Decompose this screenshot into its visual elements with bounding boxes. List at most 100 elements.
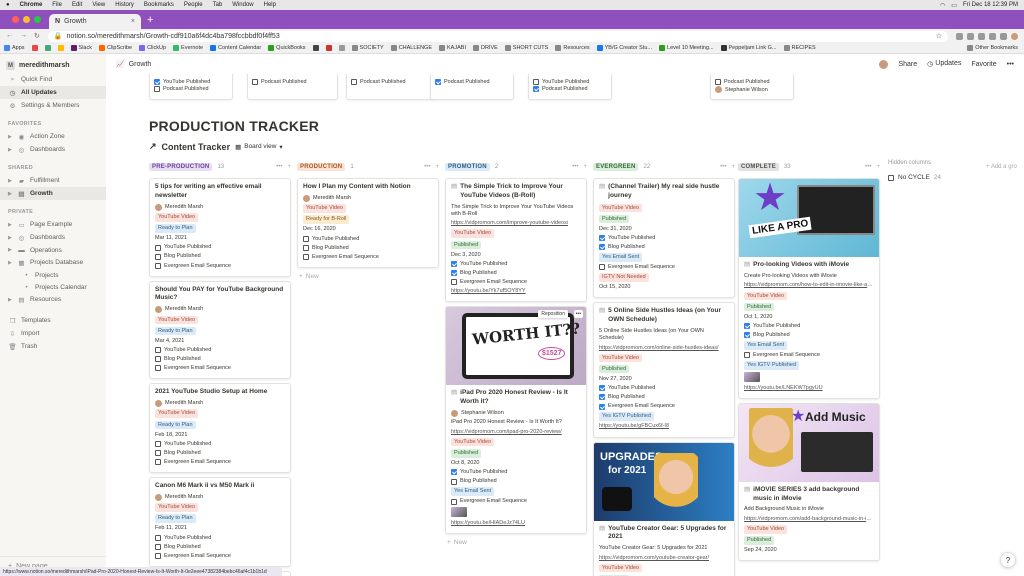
- clock[interactable]: Fri Dec 18 12:39 PM: [963, 2, 1018, 8]
- checkbox-icon[interactable]: [303, 244, 309, 251]
- sidebar-item-all-updates[interactable]: ◷ All Updates: [0, 86, 106, 99]
- menu-people[interactable]: People: [184, 2, 203, 8]
- bookmark[interactable]: SHORT CUTS: [504, 45, 548, 51]
- card-link[interactable]: https://youtu.be/gFBCux6f-I8: [599, 423, 669, 430]
- updates-button[interactable]: ◷ Updates: [927, 60, 961, 68]
- bookmark[interactable]: RECIPES: [783, 45, 816, 51]
- menu-file[interactable]: File: [52, 2, 62, 8]
- bookmark[interactable]: Evernote: [173, 45, 203, 51]
- bookmark[interactable]: Apps: [4, 45, 25, 51]
- bookmark[interactable]: QuickBooks: [268, 45, 306, 51]
- bookmark[interactable]: [312, 45, 319, 51]
- checkbox-icon[interactable]: [744, 352, 750, 359]
- add-icon[interactable]: +: [435, 164, 439, 170]
- top-card[interactable]: Podcast Published: [430, 74, 514, 100]
- board-card[interactable]: ▤ 5 Online Side Hustles Ideas (on Your OW…: [593, 302, 735, 438]
- chevron-right-icon[interactable]: ▶: [8, 247, 13, 253]
- wifi-icon[interactable]: ◠: [940, 2, 945, 9]
- checkbox-icon[interactable]: [715, 78, 721, 85]
- new-card-button[interactable]: + New: [297, 273, 439, 280]
- board-card[interactable]: 5 tips for writing an effective email ne…: [149, 178, 291, 277]
- checkbox-icon[interactable]: [155, 356, 161, 363]
- bookmark[interactable]: [44, 45, 51, 51]
- top-card[interactable]: YouTube Published Podcast Published: [528, 74, 612, 100]
- checkbox-icon[interactable]: [154, 86, 160, 92]
- menu-edit[interactable]: Edit: [72, 2, 82, 8]
- sidebar-item-projects[interactable]: • Projects: [0, 269, 106, 281]
- more-icon[interactable]: •••: [1007, 61, 1014, 68]
- checkbox-icon[interactable]: [451, 498, 457, 505]
- sidebar-item-import[interactable]: ⇩ Import: [0, 327, 106, 340]
- menu-view[interactable]: View: [92, 2, 105, 8]
- sidebar-item-resources[interactable]: ▶ ▤ Resources: [0, 293, 106, 306]
- card-link[interactable]: https://youtu.be/Yk7uf5OY8YY: [451, 288, 526, 295]
- chevron-right-icon[interactable]: ▶: [8, 222, 13, 228]
- checkbox-icon[interactable]: [303, 254, 309, 261]
- checkbox-icon[interactable]: [533, 78, 539, 85]
- checkbox-icon[interactable]: [599, 235, 605, 242]
- menu-window[interactable]: Window: [232, 2, 253, 8]
- checkbox-icon[interactable]: [351, 78, 357, 85]
- sidebar-item-templates[interactable]: ❒ Templates: [0, 314, 106, 327]
- more-icon[interactable]: •••: [865, 164, 871, 170]
- bookmark[interactable]: SOCIETY: [351, 45, 384, 51]
- add-icon[interactable]: +: [731, 164, 735, 170]
- chevron-right-icon[interactable]: ▶: [8, 134, 13, 140]
- board-card[interactable]: How I Plan my Content with Notion Meredit…: [297, 178, 439, 268]
- sidebar-item-dashboards[interactable]: ▶ ◎ Dashboards: [0, 143, 106, 156]
- more-icon[interactable]: •••: [720, 164, 726, 170]
- chevron-right-icon[interactable]: ▶: [8, 191, 13, 197]
- url-field[interactable]: 🔒 notion.so/meredithmarsh/Growth-cdf910a…: [47, 30, 948, 42]
- checkbox-icon[interactable]: [155, 459, 161, 466]
- card-link[interactable]: https://vidpromom.com/improve-youtube-vi…: [451, 220, 568, 227]
- add-group-button[interactable]: + Add a gro: [986, 160, 1017, 174]
- back-icon[interactable]: ←: [6, 32, 13, 40]
- favorite-button[interactable]: Favorite: [971, 61, 996, 68]
- bookmark[interactable]: [325, 45, 332, 51]
- column-tag[interactable]: COMPLETE: [738, 163, 779, 171]
- sidebar-item-operations[interactable]: ▶ ▬ Operations: [0, 244, 106, 256]
- sidebar-item-quick-find[interactable]: ⌕ Quick Find: [0, 73, 106, 86]
- card-link[interactable]: https://vidpromom.com/ipad-pro-2020-revi…: [451, 429, 562, 436]
- checkbox-icon[interactable]: [599, 264, 605, 271]
- checkbox-icon[interactable]: [599, 244, 605, 251]
- chevron-right-icon[interactable]: ▶: [8, 147, 13, 153]
- sidebar-item-growth[interactable]: ▶ ▤ Growth: [0, 187, 106, 200]
- more-icon[interactable]: •••: [572, 164, 578, 170]
- bookmark[interactable]: [31, 45, 38, 51]
- bookmark[interactable]: Content Calendar: [210, 45, 261, 51]
- breadcrumb[interactable]: 📈 Growth: [116, 60, 151, 69]
- checkbox-icon[interactable]: [155, 441, 161, 448]
- bookmark[interactable]: CHALLENGE: [390, 45, 432, 51]
- top-card[interactable]: Podcast Published: [247, 74, 338, 100]
- menu-bookmarks[interactable]: Bookmarks: [144, 2, 174, 8]
- column-tag[interactable]: PRE-PRODUCTION: [149, 163, 213, 171]
- help-button[interactable]: ?: [1000, 552, 1016, 568]
- sidebar-item-settings-members[interactable]: ⚙ Settings & Members: [0, 99, 106, 112]
- checkbox-icon[interactable]: [451, 270, 457, 277]
- top-card[interactable]: YouTube Published Podcast Published: [149, 74, 233, 100]
- sidebar-item-action-zone[interactable]: ▶ ◉ Action Zone: [0, 130, 106, 143]
- checkbox-icon[interactable]: [533, 86, 539, 92]
- bookmark[interactable]: [57, 45, 64, 51]
- board-card[interactable]: ★ LIKE A PRO ▤ Pro-looking Videos with iMov…: [738, 178, 880, 399]
- add-icon[interactable]: +: [287, 164, 291, 170]
- minimize-window-icon[interactable]: [23, 16, 30, 23]
- add-icon[interactable]: +: [583, 164, 587, 170]
- board-card[interactable]: WORTH IT?? $1527 Reposition ••• ▤ iPad Pro 20…: [445, 306, 587, 535]
- checkbox-icon[interactable]: [155, 543, 161, 550]
- checkbox-icon[interactable]: [599, 394, 605, 401]
- bookmark[interactable]: Resources: [555, 45, 590, 51]
- card-link[interactable]: https://youtu.be/HIADeJz74LU: [451, 520, 525, 527]
- extension-icon[interactable]: [967, 32, 974, 40]
- checkbox-icon[interactable]: [599, 385, 605, 392]
- checkbox-icon[interactable]: [451, 279, 457, 286]
- new-tab-icon[interactable]: +: [147, 10, 153, 29]
- checkbox-icon[interactable]: [599, 403, 605, 410]
- reposition-button[interactable]: Reposition: [538, 310, 568, 319]
- more-icon[interactable]: •••: [573, 310, 583, 319]
- app-name[interactable]: Chrome: [20, 2, 43, 8]
- close-tab-icon[interactable]: ×: [131, 18, 135, 25]
- checkbox-icon[interactable]: [154, 78, 160, 85]
- share-button[interactable]: Share: [898, 61, 917, 68]
